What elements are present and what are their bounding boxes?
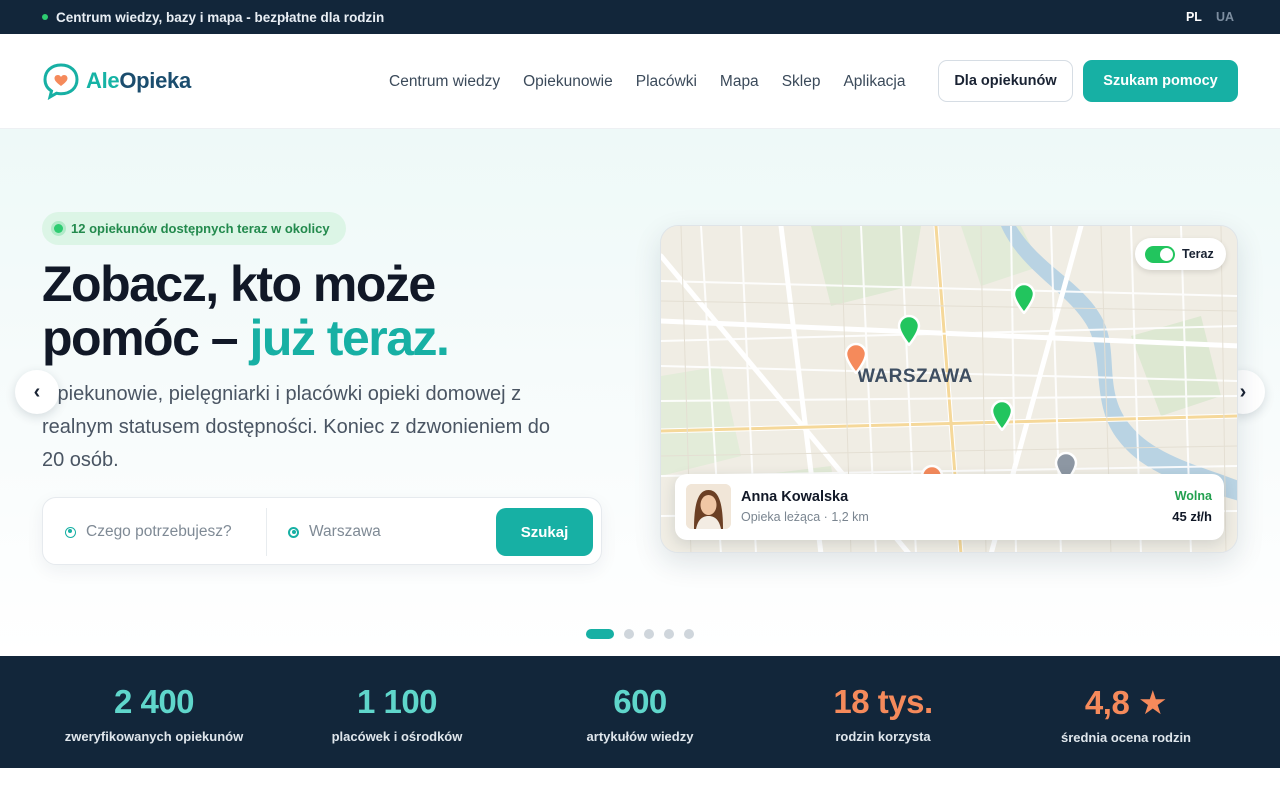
availability-badge: 12 opiekunów dostępnych teraz w okolicy [42, 212, 346, 245]
avatar [686, 484, 731, 529]
stat-articles: 600 artykułów wiedzy [586, 683, 694, 744]
availability-badge-text: 12 opiekunów dostępnych teraz w okolicy [71, 221, 330, 236]
status-dot-icon [42, 14, 48, 20]
caregiver-detail: Opieka leżąca · 1,2 km [741, 510, 869, 524]
target-icon [65, 526, 76, 538]
map-preview[interactable]: Teraz WARSZAWA Anna Kowalska Opieka leżą… [660, 225, 1238, 553]
stat-facilities: 1 100 placówek i ośrodków [331, 683, 463, 744]
carousel-prev-button[interactable]: ‹ [15, 370, 59, 414]
announcement-text: Centrum wiedzy, bazy i mapa - bezpłatne … [56, 9, 385, 25]
caregiver-price: 45 zł/h [1172, 509, 1212, 524]
stats-band: 2 400 zweryfikowanych opiekunów 1 100 pl… [0, 656, 1280, 768]
nav-sklep[interactable]: Sklep [782, 73, 821, 91]
main-nav: Centrum wiedzy Opiekunowie Placówki Mapa… [389, 34, 906, 129]
stat-rating: 4,8 ★ średnia ocena rodzin [1060, 684, 1192, 745]
city-label: WARSZAWA [857, 366, 973, 387]
now-toggle-label: Teraz [1182, 247, 1214, 261]
lang-ua[interactable]: UA [1216, 10, 1234, 24]
hero-section: 12 opiekunów dostępnych teraz w okolicy … [0, 129, 1280, 656]
search-divider [266, 508, 267, 556]
stat-caregivers: 2 400 zweryfikowanych opiekunów [64, 683, 244, 744]
search-button[interactable]: Szukaj [496, 508, 593, 556]
hero-lead: Opiekunowie, pielęgniarki i placówki opi… [42, 383, 551, 471]
chevron-right-icon: › [1239, 380, 1247, 403]
caregiver-pin-icon[interactable] [896, 314, 922, 346]
toggle-switch[interactable] [1145, 245, 1175, 263]
need-field[interactable]: Czego potrzebujesz? [65, 498, 265, 566]
stat-families: 18 tys. rodzin korzysta [833, 683, 933, 744]
announcement: Centrum wiedzy, bazy i mapa - bezpłatne … [42, 10, 384, 25]
location-value: Warszawa [309, 523, 381, 540]
carousel-dot[interactable] [624, 629, 634, 639]
search-bar: Czego potrzebujesz? Warszawa Szukaj [42, 497, 602, 565]
site-header: AleOpieka Centrum wiedzy Opiekunowie Pla… [0, 34, 1280, 129]
caregiver-pin-icon[interactable] [989, 399, 1015, 431]
headline-accent: już teraz. [249, 310, 449, 366]
nav-aplikacja[interactable]: Aplikacja [843, 73, 905, 91]
top-announcement-bar: Centrum wiedzy, bazy i mapa - bezpłatne … [0, 0, 1280, 34]
seeking-help-button[interactable]: Szukam pomocy [1083, 60, 1238, 102]
carousel-indicators [586, 629, 694, 639]
nav-centrum-wiedzy[interactable]: Centrum wiedzy [389, 73, 500, 91]
chevron-left-icon: ‹ [33, 380, 41, 403]
nav-placowki[interactable]: Placówki [636, 73, 697, 91]
heart-bubble-logo-icon [43, 63, 79, 100]
nav-mapa[interactable]: Mapa [720, 73, 759, 91]
need-placeholder: Czego potrzebujesz? [86, 523, 232, 540]
location-field[interactable]: Warszawa [288, 498, 478, 566]
busy-pin-icon[interactable] [843, 342, 869, 374]
for-caregivers-button[interactable]: Dla opiekunów [938, 60, 1073, 102]
status-badge: Wolna [1174, 489, 1212, 503]
lang-pl[interactable]: PL [1186, 10, 1202, 24]
caregiver-pin-icon[interactable] [1011, 282, 1037, 314]
live-dot-icon [54, 224, 63, 233]
nav-opiekunowie[interactable]: Opiekunowie [523, 73, 613, 91]
carousel-dot[interactable] [644, 629, 654, 639]
logo[interactable]: AleOpieka [42, 62, 191, 100]
caregiver-card[interactable]: Anna Kowalska Opieka leżąca · 1,2 km Wol… [675, 474, 1224, 540]
carousel-dot[interactable] [586, 629, 614, 639]
logo-text: AleOpieka [86, 68, 191, 93]
language-switcher: PL UA [1186, 10, 1234, 24]
hero-headline: Zobacz, kto może pomóc – już teraz. [42, 256, 450, 366]
carousel-dot[interactable] [684, 629, 694, 639]
caregiver-name: Anna Kowalska [741, 489, 849, 505]
location-icon [288, 526, 299, 538]
now-toggle[interactable]: Teraz [1135, 238, 1226, 270]
carousel-dot[interactable] [664, 629, 674, 639]
